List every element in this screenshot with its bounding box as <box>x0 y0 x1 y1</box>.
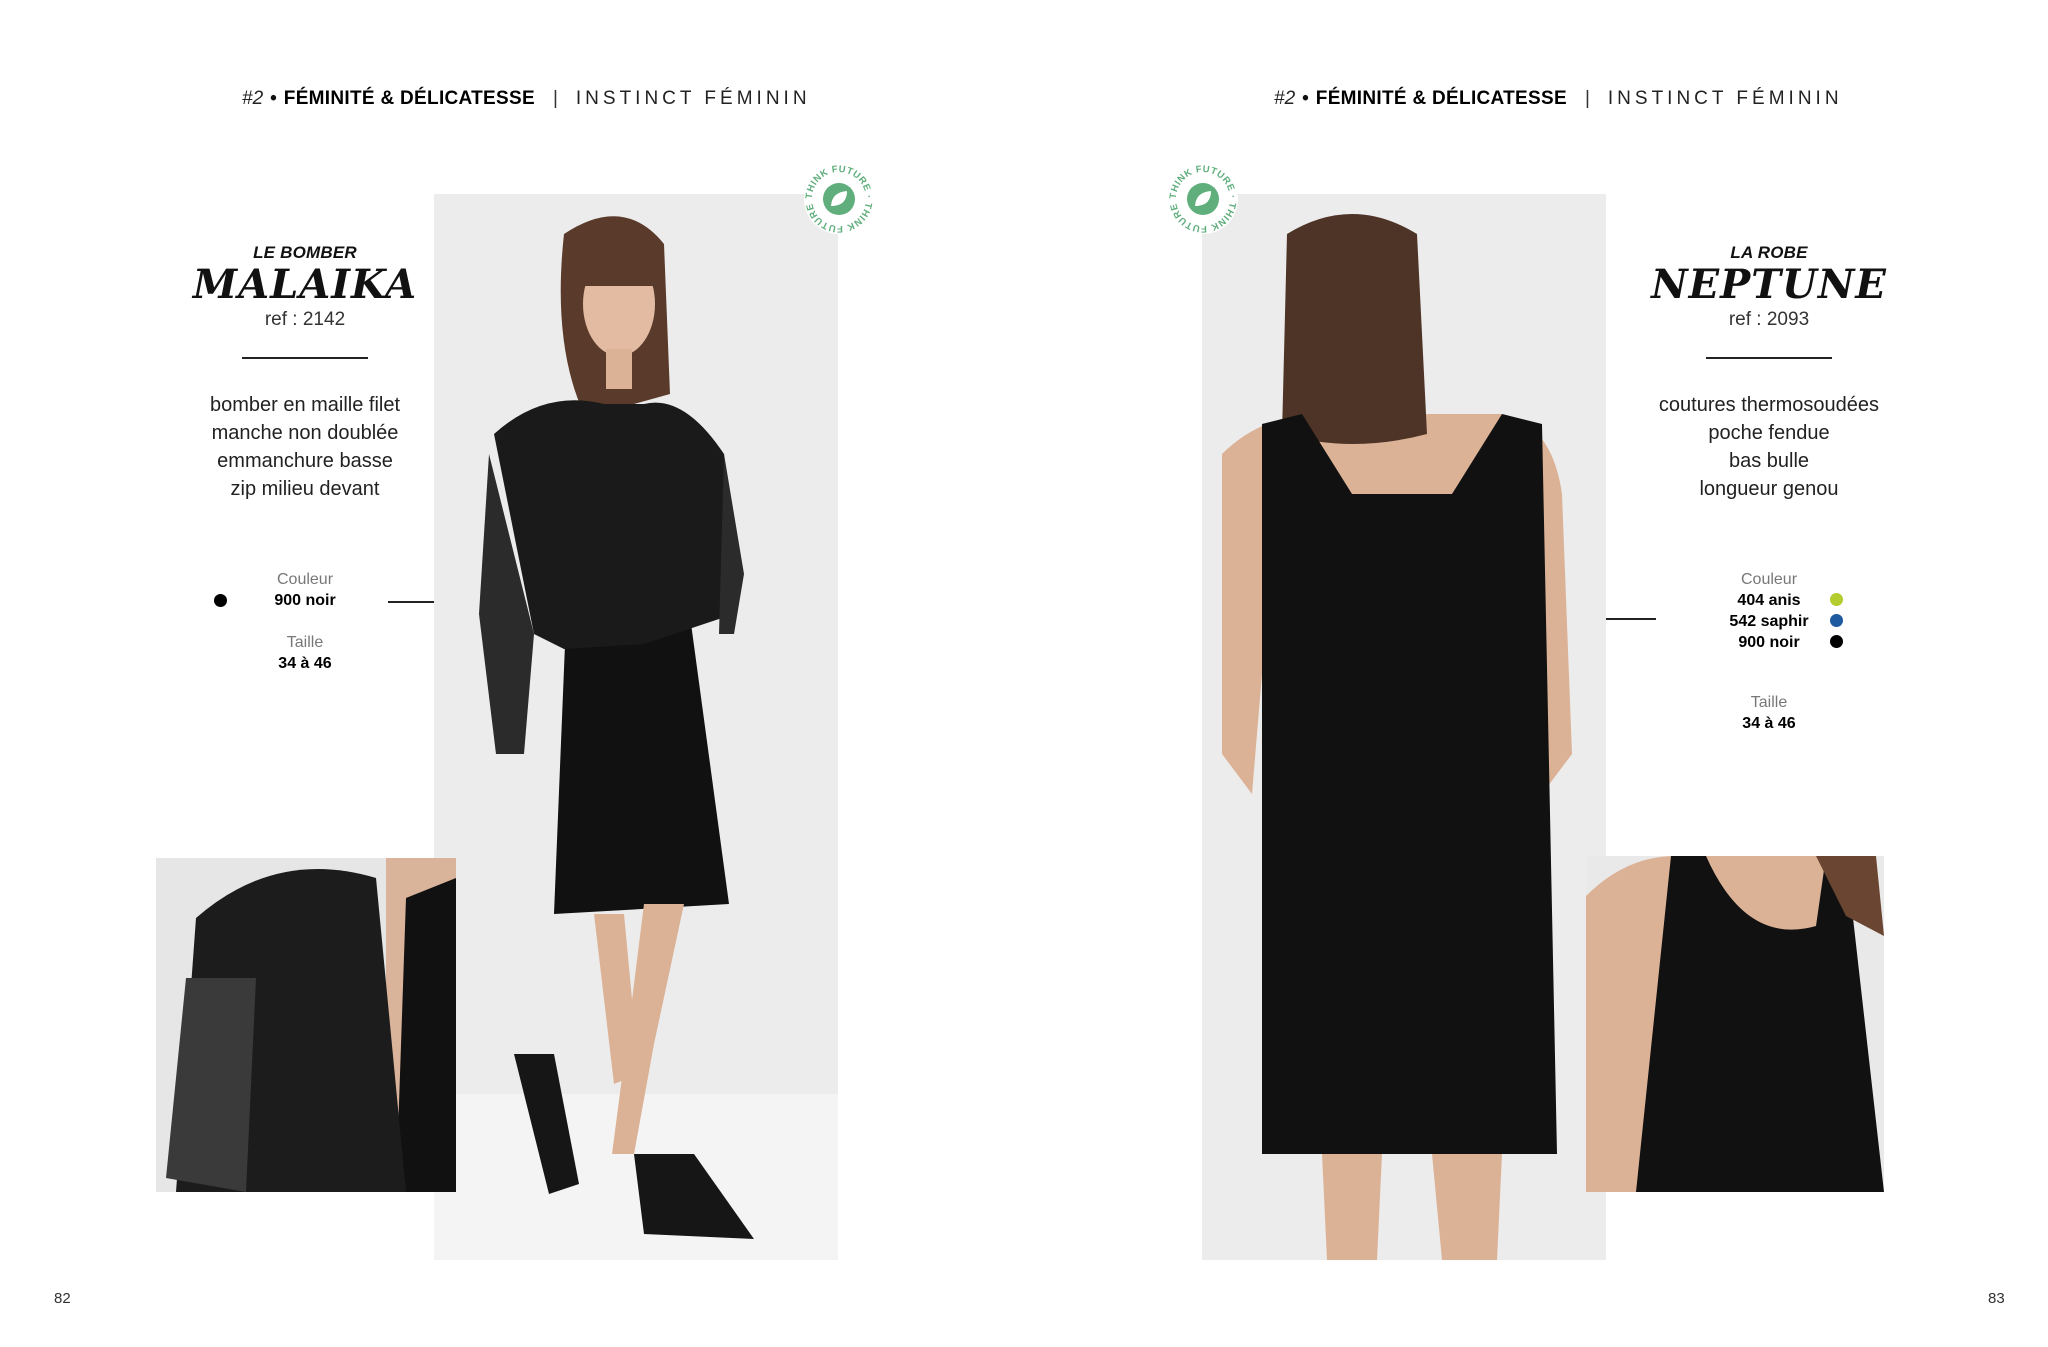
detail-photo-malaika <box>156 858 456 1192</box>
detail-illustration <box>1586 856 1884 1192</box>
connector-line <box>388 601 434 603</box>
header-section-number: #2 <box>1274 88 1296 109</box>
color-swatch-anis <box>1830 593 1843 606</box>
feature-item: zip milieu devant <box>230 478 380 500</box>
think-future-badge: THINK FUTURE · THINK FUTURE · <box>802 162 874 234</box>
color-swatch-noir <box>1830 635 1843 648</box>
feature-item: poche fendue <box>1708 422 1830 444</box>
color-value: 404 anis <box>1737 592 1801 609</box>
page-header: #2 • FÉMINITÉ & DÉLICATESSE | INSTINCT F… <box>1274 88 1843 110</box>
model-illustration <box>1202 194 1606 1260</box>
product-info-neptune: LA ROBE NEPTUNE ref : 2093 coutures ther… <box>1624 243 1914 503</box>
divider <box>1706 357 1832 359</box>
detail-photo-neptune <box>1586 856 1884 1192</box>
feature-item: coutures thermosoudées <box>1658 394 1880 416</box>
product-features: coutures thermosoudées poche fendue bas … <box>1624 391 1914 503</box>
page-number: 83 <box>1988 1290 2005 1307</box>
product-name: NEPTUNE <box>1651 261 1887 308</box>
spec-block: Couleur 900 noir Taille 34 à 46 <box>250 570 360 674</box>
think-future-badge: THINK FUTURE · THINK FUTURE · <box>1166 162 1238 234</box>
main-photo-malaika <box>434 194 838 1260</box>
color-value: 542 saphir <box>1729 613 1809 630</box>
feature-item: emmanchure basse <box>217 450 393 472</box>
size-value: 34 à 46 <box>278 655 332 672</box>
product-name: MALAIKA <box>192 261 418 308</box>
header-theme: FÉMINITÉ & DÉLICATESSE <box>283 88 535 109</box>
product-features: bomber en maille filet manche non doublé… <box>160 391 450 503</box>
color-label: Couleur <box>276 571 334 588</box>
right-page: #2 • FÉMINITÉ & DÉLICATESSE | INSTINCT F… <box>1024 0 2048 1347</box>
feature-item: bas bulle <box>1728 450 1810 472</box>
detail-illustration <box>156 858 456 1192</box>
header-separator: | <box>552 88 558 109</box>
header-theme: FÉMINITÉ & DÉLICATESSE <box>1315 88 1567 109</box>
feature-item: bomber en maille filet <box>209 394 401 416</box>
color-value: 900 noir <box>274 592 336 609</box>
product-type: LA ROBE <box>1730 243 1808 262</box>
product-type: LE BOMBER <box>253 243 357 262</box>
size-value: 34 à 46 <box>1742 715 1796 732</box>
page-header: #2 • FÉMINITÉ & DÉLICATESSE | INSTINCT F… <box>242 88 811 110</box>
header-section-number: #2 <box>242 88 264 109</box>
model-illustration <box>434 194 838 1260</box>
main-photo-neptune <box>1202 194 1606 1260</box>
header-subtitle: INSTINCT FÉMININ <box>575 88 811 109</box>
product-info-malaika: LE BOMBER MALAIKA ref : 2142 bomber en m… <box>160 243 450 503</box>
left-page: #2 • FÉMINITÉ & DÉLICATESSE | INSTINCT F… <box>0 0 1024 1347</box>
color-value: 900 noir <box>1738 634 1800 651</box>
spec-block: Couleur 404 anis 542 saphir 900 noir Tai… <box>1704 570 1834 734</box>
divider <box>242 357 368 359</box>
header-separator: | <box>1584 88 1590 109</box>
header-dot: • <box>270 88 277 109</box>
color-swatch-noir <box>214 594 227 607</box>
header-dot: • <box>1302 88 1309 109</box>
color-swatch-saphir <box>1830 614 1843 627</box>
page-number: 82 <box>54 1290 71 1307</box>
size-label: Taille <box>1750 694 1788 711</box>
connector-line <box>1606 618 1656 620</box>
size-label: Taille <box>286 634 324 651</box>
color-label: Couleur <box>1740 571 1798 588</box>
product-ref: ref : 2142 <box>264 309 346 330</box>
header-subtitle: INSTINCT FÉMININ <box>1607 88 1843 109</box>
feature-item: longueur genou <box>1699 478 1839 500</box>
product-ref: ref : 2093 <box>1728 309 1810 330</box>
feature-item: manche non doublée <box>211 422 399 444</box>
